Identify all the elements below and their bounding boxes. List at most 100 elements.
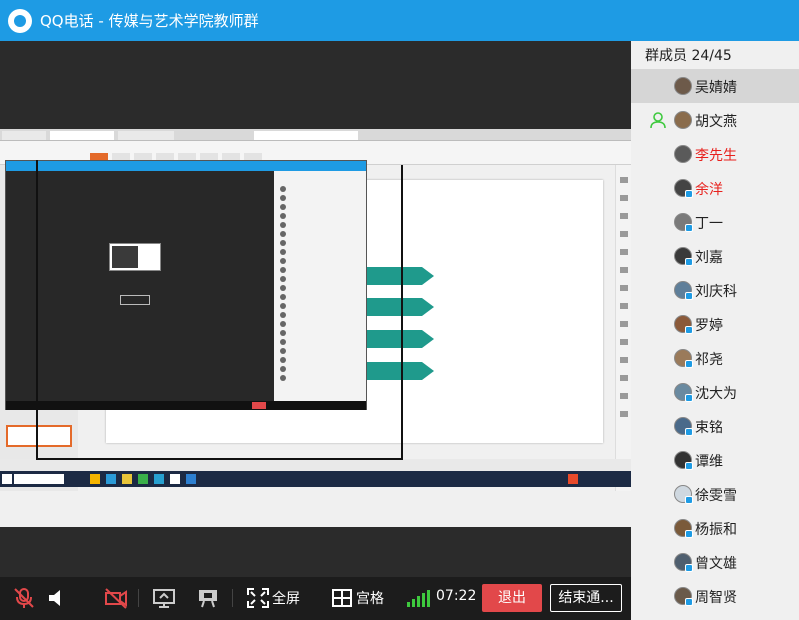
- taskbar-app-icon: [186, 474, 196, 484]
- mobile-device-icon: [685, 530, 693, 538]
- qq-logo-icon: [8, 8, 32, 33]
- member-name: 余洋: [695, 182, 723, 198]
- shared-screen: [0, 129, 631, 527]
- taskbar-app-icon: [154, 474, 164, 484]
- inner-avatar: [280, 213, 286, 219]
- screen-share-icon[interactable]: [152, 587, 176, 609]
- mobile-device-icon: [685, 564, 693, 572]
- inner-avatar: [280, 303, 286, 309]
- exit-button[interactable]: 退出: [482, 584, 542, 612]
- presentation-icon[interactable]: [196, 587, 220, 609]
- taskbar-search: [14, 474, 64, 484]
- member-item[interactable]: 徐雯雪: [631, 477, 799, 511]
- fullscreen-button[interactable]: 全屏: [272, 588, 300, 608]
- taskbar-app-icon: [568, 474, 578, 484]
- side-tool-icon: [620, 303, 628, 309]
- member-item[interactable]: 丁一: [631, 205, 799, 239]
- inner-avatar: [280, 366, 286, 372]
- title-bar: QQ电话 - 传媒与艺术学院教师群: [0, 0, 799, 41]
- member-name: 李先生: [695, 148, 737, 164]
- inner-member-row: [280, 329, 364, 337]
- member-name: 丁一: [695, 216, 723, 232]
- side-tool-icon: [620, 321, 628, 327]
- member-item[interactable]: 吴婧婧: [631, 69, 799, 103]
- member-name: 徐雯雪: [695, 488, 737, 504]
- side-tool-icon: [620, 285, 628, 291]
- mobile-device-icon: [685, 258, 693, 266]
- grid-icon[interactable]: [330, 587, 354, 609]
- end-call-button[interactable]: 结束通...: [550, 584, 622, 612]
- inner-member-row: [280, 365, 364, 373]
- inner-avatar: [280, 348, 286, 354]
- grid-view-button[interactable]: 宫格: [356, 588, 384, 608]
- side-tool-icon: [620, 411, 628, 417]
- inner-avatar: [280, 258, 286, 264]
- mobile-device-icon: [685, 292, 693, 300]
- shared-tab: [254, 131, 358, 140]
- member-name: 曾文雄: [695, 556, 737, 572]
- member-name: 周智贤: [695, 590, 737, 606]
- member-item[interactable]: 李先生: [631, 137, 799, 171]
- member-item[interactable]: 刘庆科: [631, 273, 799, 307]
- shared-status-bar: [0, 459, 631, 471]
- shared-side-toolbar: [615, 165, 631, 491]
- shared-tab: [118, 131, 174, 140]
- member-name: 祁尧: [695, 352, 723, 368]
- member-item[interactable]: 周智贤: [631, 579, 799, 613]
- app-name: QQ电话: [40, 12, 94, 30]
- inner-avatar: [280, 186, 286, 192]
- member-item[interactable]: 祁尧: [631, 341, 799, 375]
- mobile-device-icon: [685, 190, 693, 198]
- side-tool-icon: [620, 375, 628, 381]
- avatar: [674, 145, 692, 163]
- windows-start-icon: [2, 474, 12, 484]
- camera-off-icon[interactable]: [104, 587, 128, 609]
- inner-avatar: [280, 204, 286, 210]
- inner-exit-button: [252, 402, 266, 409]
- side-tool-icon: [620, 231, 628, 237]
- signal-icon: [407, 590, 430, 607]
- member-item[interactable]: 谭维: [631, 443, 799, 477]
- speaker-icon[interactable]: [46, 587, 70, 609]
- member-name: 杨振和: [695, 522, 737, 538]
- member-item[interactable]: 胡文燕: [631, 103, 799, 137]
- shared-tab: [50, 131, 114, 140]
- member-name: 刘庆科: [695, 284, 737, 300]
- side-tool-icon: [620, 249, 628, 255]
- inner-avatar: [280, 339, 286, 345]
- member-name: 吴婧婧: [695, 80, 737, 96]
- side-tool-icon: [620, 213, 628, 219]
- inner-member-row: [280, 356, 364, 364]
- member-item[interactable]: 罗婷: [631, 307, 799, 341]
- member-item[interactable]: 余洋: [631, 171, 799, 205]
- mobile-device-icon: [685, 224, 693, 232]
- member-item[interactable]: 杨振和: [631, 511, 799, 545]
- title-separator: -: [93, 12, 109, 30]
- inner-avatar: [280, 276, 286, 282]
- inner-member-row: [280, 266, 364, 274]
- inner-member-row: [280, 347, 364, 355]
- mic-muted-icon[interactable]: [12, 587, 36, 609]
- member-item[interactable]: 束铭: [631, 409, 799, 443]
- toolbar-separator: [138, 589, 139, 607]
- toolbar-separator: [232, 589, 233, 607]
- side-tool-icon: [620, 393, 628, 399]
- side-tool-icon: [620, 357, 628, 363]
- inner-window-title: [6, 161, 366, 171]
- member-name: 谭维: [695, 454, 723, 470]
- inner-avatar: [280, 222, 286, 228]
- member-panel[interactable]: 群成员 24/45 吴婧婧 胡文燕 李先生 余洋 丁一 刘嘉 刘庆科 罗婷 祁尧 沈大为 束铭 谭维徐…: [631, 41, 799, 620]
- inner-avatar: [280, 231, 286, 237]
- member-item[interactable]: 曾文雄: [631, 545, 799, 579]
- inner-avatar: [280, 240, 286, 246]
- member-item[interactable]: 刘嘉: [631, 239, 799, 273]
- inner-member-row: [280, 311, 364, 319]
- inner-member-row: [280, 302, 364, 310]
- video-stage[interactable]: [0, 41, 631, 577]
- avatar: [674, 111, 692, 129]
- mobile-device-icon: [685, 326, 693, 334]
- member-item[interactable]: 沈大为: [631, 375, 799, 409]
- fullscreen-icon[interactable]: [246, 587, 270, 609]
- window-title: QQ电话 - 传媒与艺术学院教师群: [40, 10, 259, 31]
- mobile-device-icon: [685, 496, 693, 504]
